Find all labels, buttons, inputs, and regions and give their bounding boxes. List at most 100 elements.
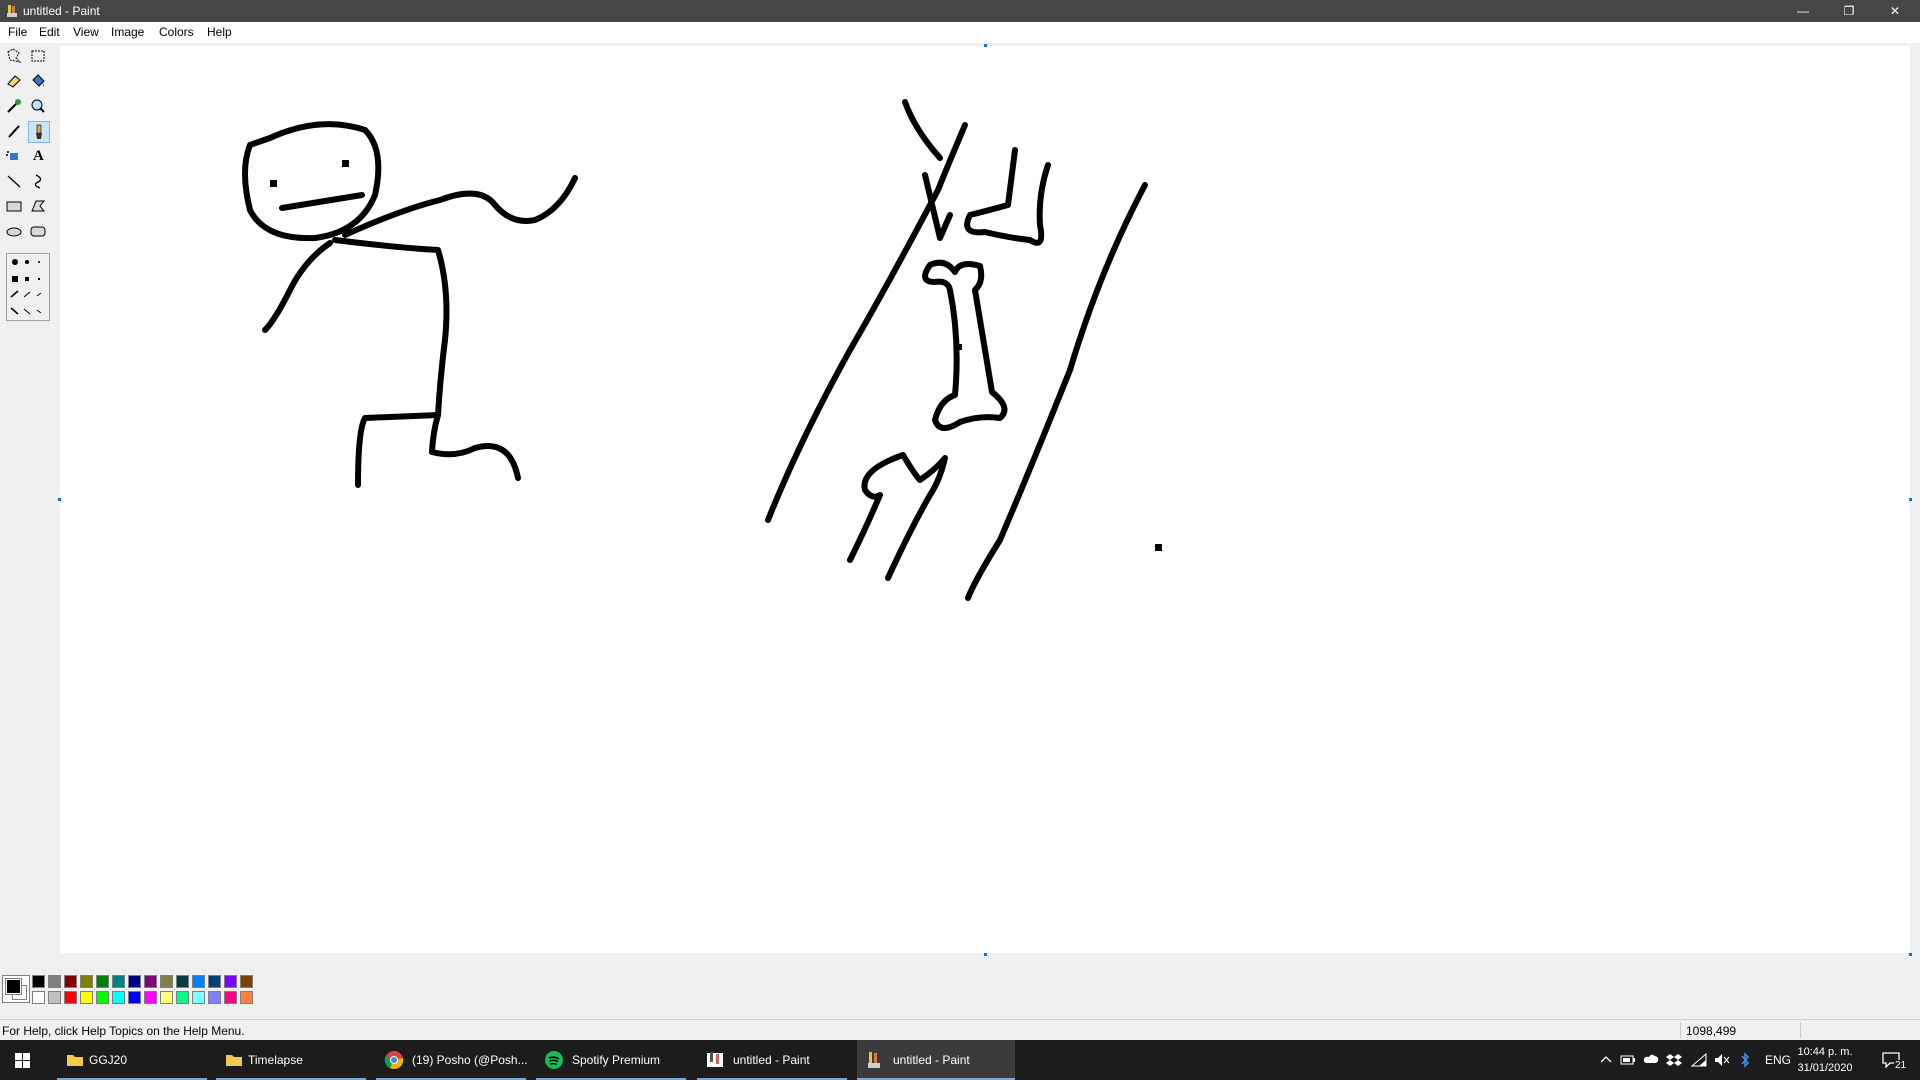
tray-dropbox[interactable] (1664, 1040, 1684, 1080)
color-swatch[interactable] (160, 975, 173, 988)
color-swatch[interactable] (32, 991, 45, 1004)
close-button[interactable]: ✕ (1872, 0, 1918, 22)
taskbar-item-spotify[interactable]: Spotify Premium (536, 1040, 686, 1080)
rectangle-tool[interactable] (4, 196, 26, 218)
color-swatch[interactable] (240, 991, 253, 1004)
magnifier-icon (31, 99, 45, 113)
brush-shape-options-icon (10, 259, 42, 315)
magnifier-tool[interactable] (28, 96, 50, 118)
language-indicator[interactable]: ENG (1765, 1053, 1791, 1067)
color-swatch[interactable] (224, 991, 237, 1004)
text-tool[interactable]: A (28, 146, 50, 168)
color-swatch[interactable] (48, 975, 61, 988)
brush-icon (36, 124, 42, 139)
rounded-rectangle-tool[interactable] (28, 221, 50, 243)
brush-tool[interactable] (28, 121, 50, 143)
drawing-canvas[interactable] (60, 46, 1910, 953)
color-swatch[interactable] (96, 991, 109, 1004)
pencil-tool[interactable] (4, 121, 26, 143)
action-center-button[interactable]: 21 (1872, 1040, 1912, 1080)
color-swatch[interactable] (128, 991, 141, 1004)
color-swatch[interactable] (208, 975, 221, 988)
resize-handle-left[interactable] (58, 498, 61, 501)
color-swatch[interactable] (208, 991, 221, 1004)
show-hidden-icons-button[interactable] (1596, 1040, 1616, 1080)
menu-colors[interactable]: Colors (159, 25, 194, 39)
clock-date: 31/01/2020 (1797, 1062, 1853, 1074)
free-form-select-icon (7, 48, 22, 63)
color-swatch[interactable] (96, 975, 109, 988)
volume-muted-icon (1715, 1054, 1730, 1066)
free-form-select-tool[interactable] (4, 46, 26, 68)
minimize-button[interactable]: — (1780, 0, 1826, 22)
line-icon (7, 175, 21, 188)
airbrush-tool[interactable] (4, 146, 26, 168)
color-swatch[interactable] (64, 975, 77, 988)
color-swatch[interactable] (80, 975, 93, 988)
canvas-drawing (242, 99, 1162, 601)
window-title: untitled - Paint (23, 4, 100, 18)
color-swatch[interactable] (144, 975, 157, 988)
color-swatch[interactable] (176, 991, 189, 1004)
restore-button[interactable]: ❐ (1826, 0, 1872, 22)
select-icon (31, 50, 45, 62)
foreground-color-swatch (5, 978, 22, 995)
menu-image[interactable]: Image (111, 25, 144, 39)
line-tool[interactable] (4, 171, 26, 193)
color-swatch[interactable] (112, 975, 125, 988)
menu-view[interactable]: View (73, 25, 99, 39)
tray-network[interactable] (1689, 1040, 1709, 1080)
color-swatch[interactable] (128, 975, 141, 988)
taskbar-item-paint-2[interactable]: untitled - Paint (857, 1040, 1015, 1080)
color-swatch[interactable] (48, 991, 61, 1004)
color-swatch[interactable] (112, 991, 125, 1004)
taskbar-item-timelapse[interactable]: Timelapse (216, 1040, 366, 1080)
clock[interactable]: 10:44 p. m. 31/01/2020 (1790, 1044, 1860, 1076)
resize-handle-top[interactable] (984, 44, 987, 47)
color-swatch[interactable] (144, 991, 157, 1004)
start-button[interactable] (0, 1040, 46, 1080)
fill-with-color-icon (32, 74, 45, 87)
taskbar-item-ggj20[interactable]: GGJ20 (57, 1040, 207, 1080)
tray-battery[interactable] (1618, 1040, 1638, 1080)
brush-options[interactable] (6, 253, 50, 321)
color-swatch[interactable] (176, 975, 189, 988)
tray-cloud[interactable] (1641, 1040, 1661, 1080)
polygon-icon (31, 200, 46, 212)
color-box (0, 965, 1920, 1017)
resize-handle-bottom[interactable] (984, 953, 987, 956)
curve-tool[interactable] (28, 171, 50, 193)
spotify-icon (545, 1051, 563, 1069)
bluetooth-icon (1741, 1052, 1750, 1068)
color-swatch[interactable] (32, 975, 45, 988)
color-swatch[interactable] (64, 991, 77, 1004)
select-tool[interactable] (28, 46, 50, 68)
tray-bluetooth[interactable] (1736, 1040, 1754, 1080)
menu-edit[interactable]: Edit (39, 25, 60, 39)
ellipse-tool[interactable] (4, 221, 26, 243)
menu-help[interactable]: Help (207, 25, 232, 39)
eraser-tool[interactable] (4, 71, 26, 93)
taskbar-item-paint-1[interactable]: untitled - Paint (697, 1040, 847, 1080)
pick-color-icon (7, 99, 21, 113)
color-swatch[interactable] (192, 975, 205, 988)
paint-app-icon (7, 5, 17, 17)
resize-handle-right[interactable] (1909, 498, 1912, 501)
menu-file[interactable]: File (8, 25, 27, 39)
windows-icon (15, 1053, 30, 1068)
resize-handle-corner[interactable] (1909, 953, 1912, 956)
color-swatch[interactable] (224, 975, 237, 988)
rectangle-icon (6, 201, 22, 212)
pick-color-tool[interactable] (4, 96, 26, 118)
tray-volume[interactable] (1712, 1040, 1732, 1080)
notification-count: 21 (1894, 1060, 1908, 1071)
curve-icon (34, 174, 42, 189)
status-separator (1800, 1022, 1801, 1038)
fill-with-color-tool[interactable] (28, 71, 50, 93)
polygon-tool[interactable] (28, 196, 50, 218)
color-swatch[interactable] (160, 991, 173, 1004)
taskbar-item-chrome[interactable]: (19) Posho (@Posh... (376, 1040, 528, 1080)
color-swatch[interactable] (80, 991, 93, 1004)
color-swatch[interactable] (240, 975, 253, 988)
color-swatch[interactable] (192, 991, 205, 1004)
